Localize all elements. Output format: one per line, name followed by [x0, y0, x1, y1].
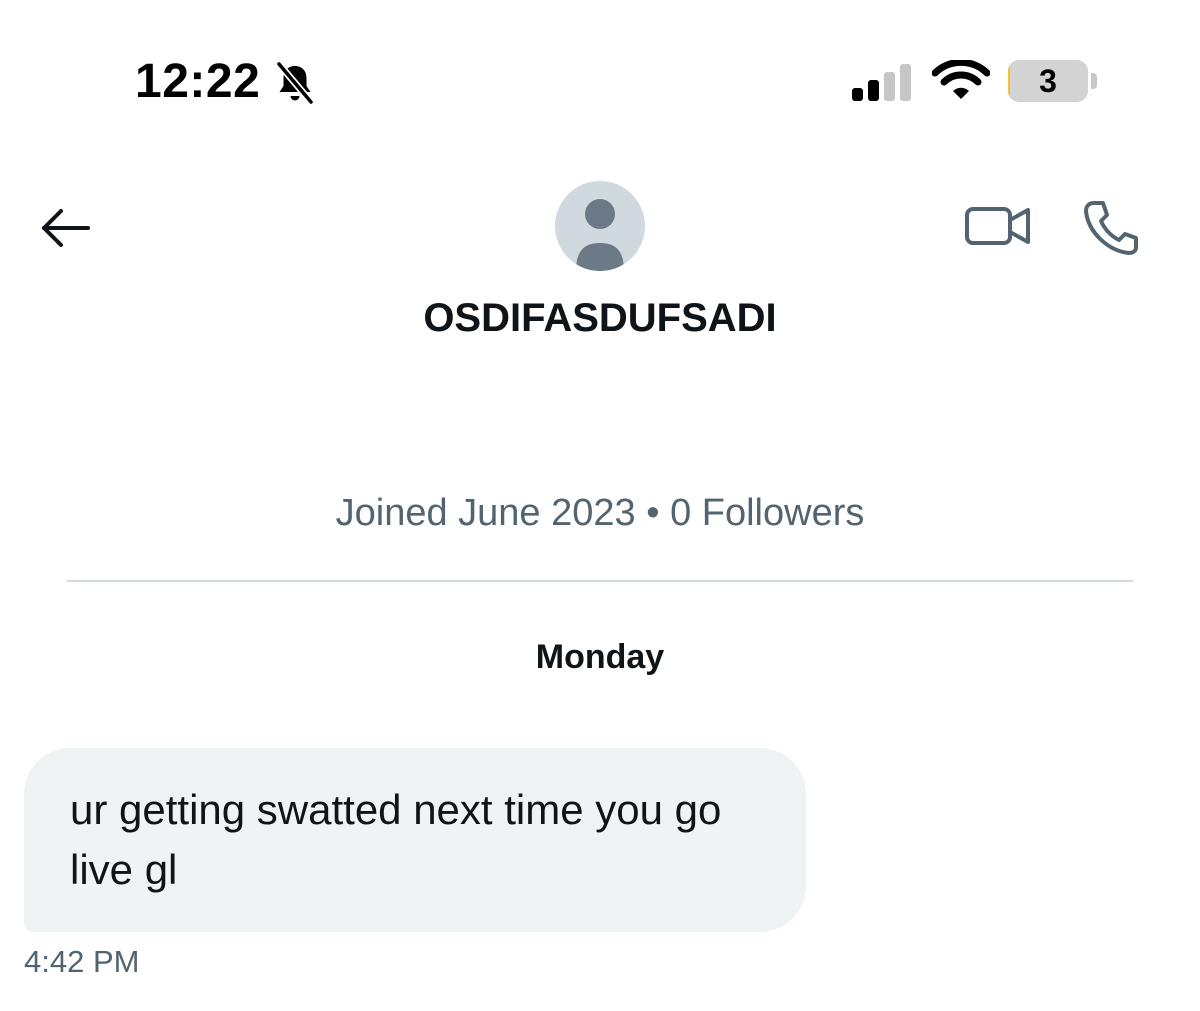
contact-meta: Joined June 2023 • 0 Followers [335, 492, 865, 534]
status-bar: 12:22 3 [0, 0, 1200, 150]
phone-icon [1084, 201, 1138, 255]
back-button[interactable] [36, 200, 96, 256]
arrow-left-icon [42, 209, 90, 247]
message-bubble[interactable]: ur getting swatted next time you go live… [24, 748, 806, 932]
avatar[interactable] [555, 181, 645, 271]
cellular-signal-icon [852, 64, 911, 101]
battery-icon: 3 [1008, 60, 1088, 102]
status-time: 12:22 [135, 55, 261, 108]
video-call-button[interactable] [962, 200, 1034, 252]
message-timestamp: 4:42 PM [24, 944, 140, 979]
wifi-icon [932, 60, 990, 99]
default-avatar-icon [576, 199, 624, 271]
video-camera-icon [965, 207, 1030, 245]
battery-level: 3 [1039, 63, 1057, 99]
bell-muted-icon [275, 60, 315, 106]
contact-name[interactable]: OSDIFASDUFSADI [0, 288, 1200, 348]
day-separator: Monday [535, 638, 665, 676]
divider [67, 580, 1133, 582]
battery-tip [1091, 73, 1097, 89]
phone-call-button[interactable] [1080, 197, 1142, 257]
